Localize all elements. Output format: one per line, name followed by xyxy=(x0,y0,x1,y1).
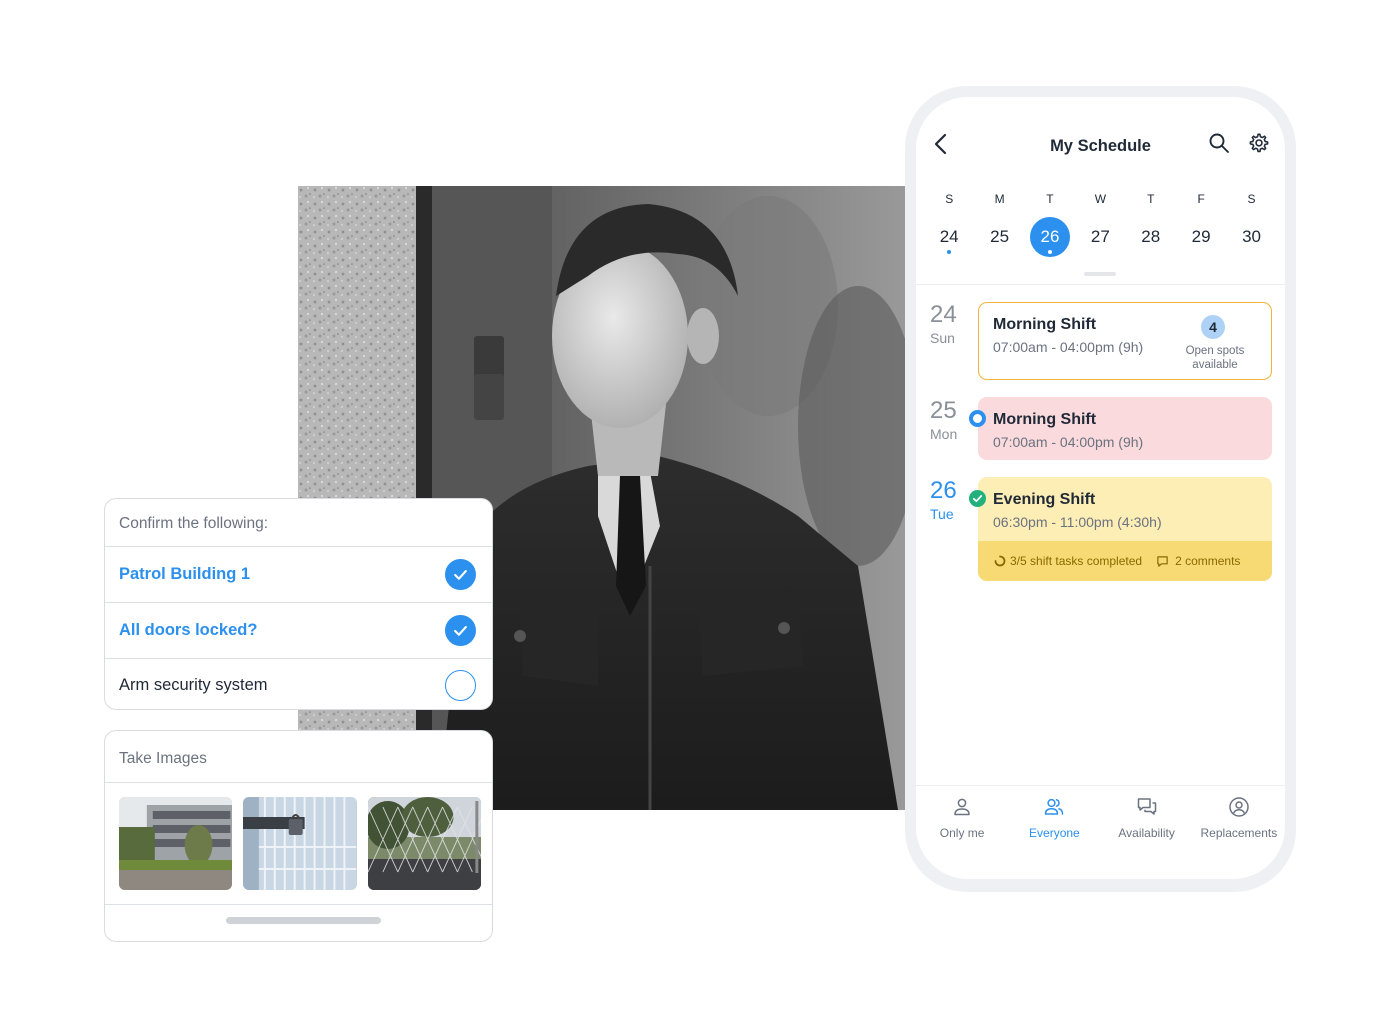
fence-photo-thumbnail[interactable] xyxy=(367,797,481,890)
day-number: 25 xyxy=(930,397,957,424)
building-photo-thumbnail[interactable] xyxy=(119,797,233,890)
weekday-letter: W xyxy=(1094,192,1107,206)
phone-frame: My Schedule S 24 M 25 T 26 W 27 T 28 F 2… xyxy=(905,86,1296,892)
tab-replacements[interactable]: Replacements xyxy=(1193,786,1285,879)
checklist-item-patrol-building[interactable]: Patrol Building 1 xyxy=(105,547,492,603)
shift-time: 07:00am - 04:00pm (9h) xyxy=(993,339,1144,355)
has-shift-dot xyxy=(1047,250,1052,254)
take-images-heading: Take Images xyxy=(105,731,492,783)
search-icon[interactable] xyxy=(1208,132,1230,154)
checklist-item-label: Arm security system xyxy=(119,675,268,694)
weekday-date: 30 xyxy=(1242,227,1261,246)
tab-label: Availability xyxy=(1118,826,1175,840)
day-label-25: 25 Mon xyxy=(930,397,974,443)
comment-icon xyxy=(1157,555,1168,567)
checklist-item-label: All doors locked? xyxy=(119,621,258,639)
day-label-24: 24 Sun xyxy=(930,301,974,347)
weekday-letter: T xyxy=(1147,192,1155,206)
weekday-letter: F xyxy=(1197,192,1205,206)
schedule-header: My Schedule xyxy=(916,97,1285,187)
comments-link[interactable]: 2 comments xyxy=(1156,554,1240,568)
day-weekday: Tue xyxy=(930,506,954,522)
week-day-mon[interactable]: M 25 xyxy=(974,189,1024,261)
checklist-card: Confirm the following: Patrol Building 1… xyxy=(104,498,493,710)
user-circle-icon xyxy=(1229,797,1249,817)
shift-name: Morning Shift xyxy=(993,411,1097,428)
completed-check-icon xyxy=(969,490,986,507)
tasks-completed-text: 3/5 shift tasks completed xyxy=(1010,554,1143,568)
comments-count: 2 comments xyxy=(1175,554,1241,568)
week-day-fri[interactable]: F 29 xyxy=(1176,189,1226,261)
week-day-wed[interactable]: W 27 xyxy=(1075,189,1125,261)
tab-label: Replacements xyxy=(1200,826,1278,840)
weekday-letter: S xyxy=(945,192,954,206)
week-day-tue[interactable]: T 26 xyxy=(1025,189,1075,261)
weekday-letter: T xyxy=(1046,192,1054,206)
weekday-date: 29 xyxy=(1191,227,1211,246)
weekday-date: 25 xyxy=(990,227,1010,246)
shift-time: 07:00am - 04:00pm (9h) xyxy=(993,434,1144,450)
sheet-grabber[interactable] xyxy=(1084,272,1116,276)
shift-card-evening[interactable]: Evening Shift 06:30pm - 11:00pm (4:30h) … xyxy=(978,477,1272,581)
day-number: 24 xyxy=(930,301,957,328)
schedule-screen: My Schedule S 24 M 25 T 26 W 27 T 28 F 2… xyxy=(916,97,1285,879)
people-icon xyxy=(1045,798,1064,815)
shift-time: 06:30pm - 11:00pm (4:30h) xyxy=(993,514,1162,530)
day-weekday: Mon xyxy=(930,426,958,442)
shift-card-morning[interactable]: Morning Shift 07:00am - 04:00pm (9h) xyxy=(978,397,1272,460)
tab-availability[interactable]: Availability xyxy=(1101,786,1193,879)
checked-circle-icon[interactable] xyxy=(445,615,476,646)
checklist-item-doors-locked[interactable]: All doors locked? xyxy=(105,603,492,659)
shift-name: Evening Shift xyxy=(993,491,1096,508)
divider xyxy=(916,284,1285,285)
card-handle-bar xyxy=(226,917,381,924)
tab-everyone[interactable]: Everyone xyxy=(1008,786,1100,879)
unchecked-circle-icon[interactable] xyxy=(445,669,476,701)
gear-icon[interactable] xyxy=(1248,132,1270,154)
day-weekday: Sun xyxy=(930,330,955,346)
shift-name: Morning Shift xyxy=(993,316,1097,333)
weekday-letter: M xyxy=(994,192,1005,206)
week-day-thu[interactable]: T 28 xyxy=(1126,189,1176,261)
checked-circle-icon[interactable] xyxy=(445,559,476,590)
tab-only-me[interactable]: Only me xyxy=(916,786,1008,879)
locked-gate-photo-thumbnail[interactable] xyxy=(243,797,357,890)
weekday-date: 28 xyxy=(1141,227,1161,246)
weekday-letter: S xyxy=(1247,192,1256,206)
week-day-sat[interactable]: S 30 xyxy=(1226,189,1276,261)
tab-label: Only me xyxy=(939,826,985,840)
take-images-card: Take Images xyxy=(104,730,493,942)
progress-arc-icon xyxy=(994,555,1006,567)
bottom-tab-bar: Only me Everyone Availability Replacemen… xyxy=(916,785,1285,879)
chat-bubbles-icon xyxy=(1137,798,1156,815)
in-progress-ring-icon xyxy=(969,410,986,427)
open-spots-badge: 4 xyxy=(1201,315,1225,339)
person-icon xyxy=(954,798,970,816)
tab-label: Everyone xyxy=(1029,826,1080,840)
checklist-item-arm-security[interactable]: Arm security system xyxy=(105,659,492,709)
checklist-heading: Confirm the following: xyxy=(105,499,492,547)
week-strip: S 24 M 25 T 26 W 27 T 28 F 29 S 30 xyxy=(924,189,1277,261)
day-label-26: 26 Tue xyxy=(930,477,974,523)
weekday-date: 27 xyxy=(1090,227,1110,246)
open-shift-card[interactable]: Morning Shift 07:00am - 04:00pm (9h) 4 O… xyxy=(978,302,1272,380)
week-day-sun[interactable]: S 24 xyxy=(924,189,974,261)
shift-footer: 3/5 shift tasks completed 2 comments xyxy=(978,541,1272,581)
open-spots-label: Open spots available xyxy=(1185,345,1245,371)
image-thumbnails xyxy=(105,783,492,905)
checklist-item-label: Patrol Building 1 xyxy=(119,565,251,583)
day-number: 26 xyxy=(930,477,957,504)
